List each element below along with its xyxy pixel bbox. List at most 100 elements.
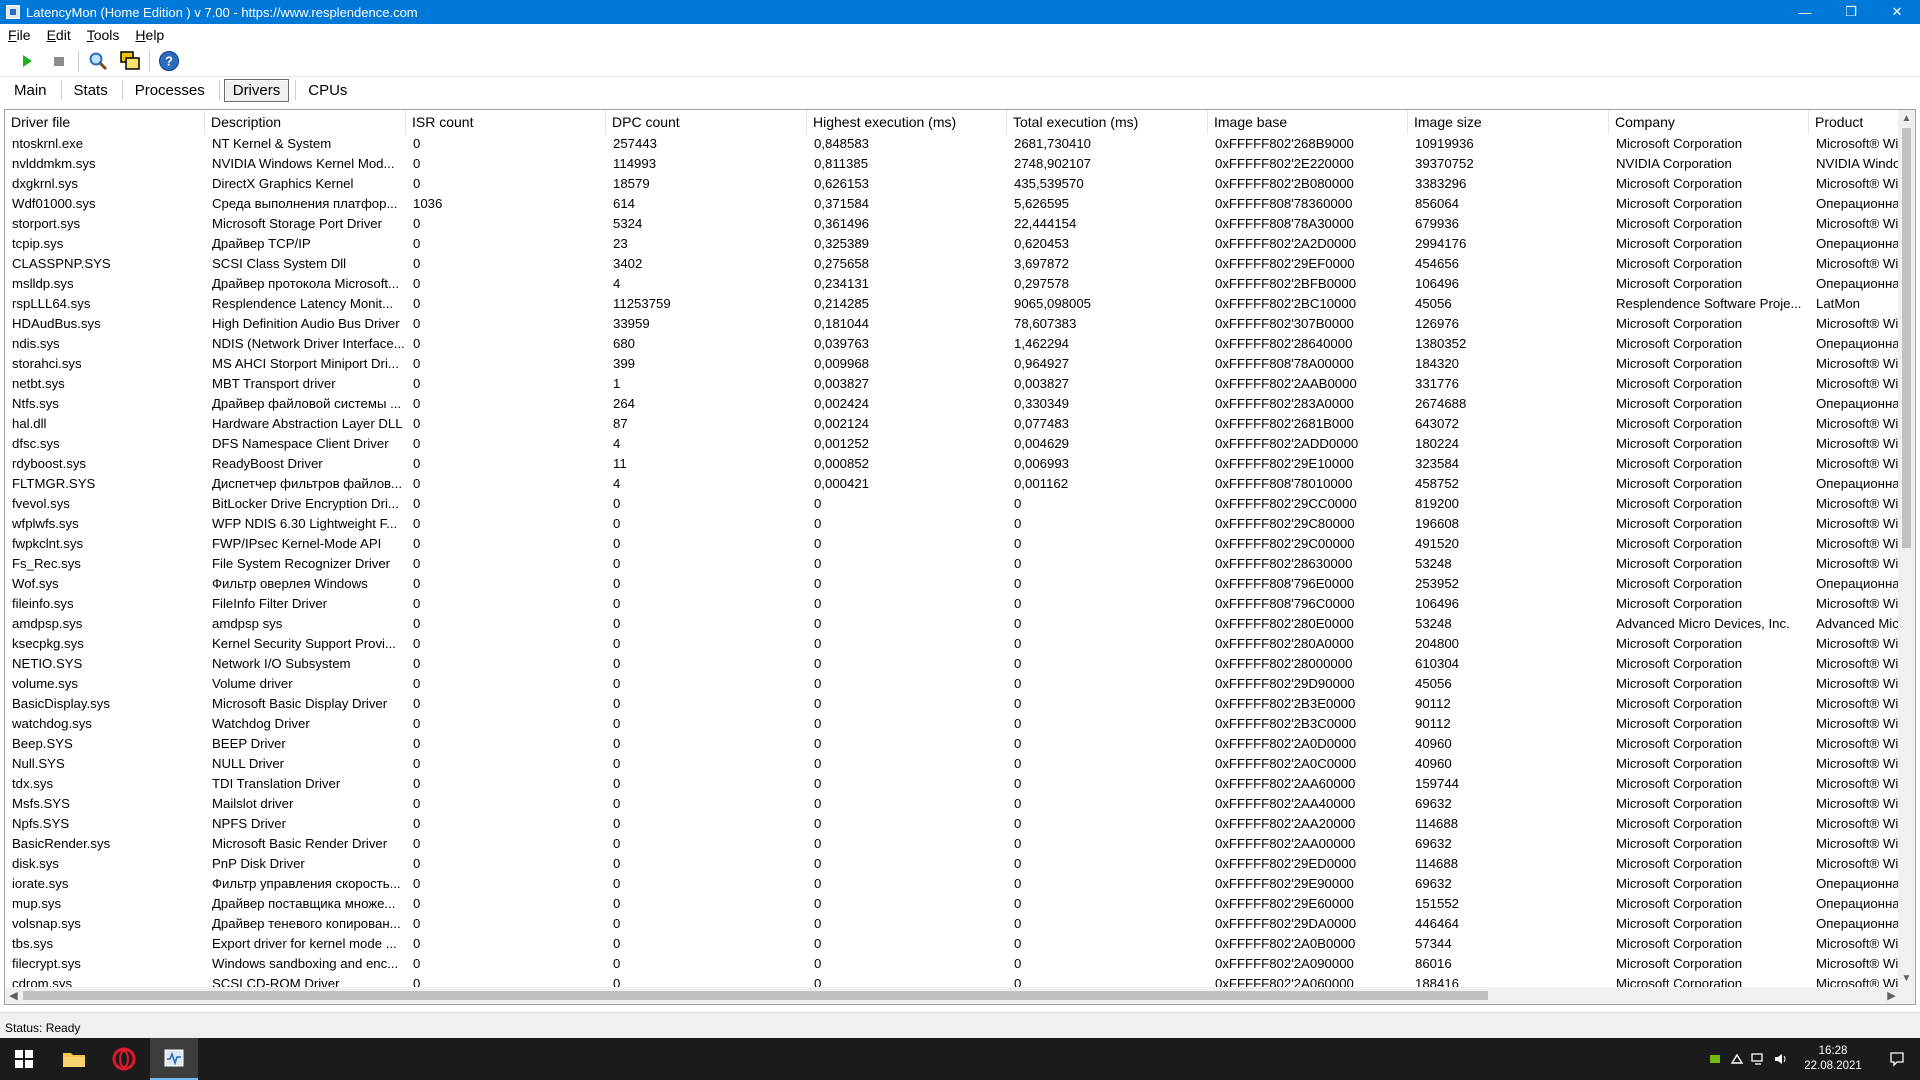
notification-center-icon[interactable] [1874, 1038, 1920, 1080]
minimize-button[interactable]: — [1782, 0, 1828, 24]
analyze-button[interactable] [85, 48, 111, 74]
table-row[interactable]: storport.sys Microsoft Storage Port Drive… [5, 214, 1903, 234]
table-row[interactable]: wfplwfs.sys WFP NDIS 6.30 Lightweight F..… [5, 514, 1903, 534]
tab-processes[interactable]: Processes [127, 80, 213, 101]
col-product-cell: Операционная [1816, 476, 1903, 491]
table-row[interactable]: fwpkclnt.sys FWP/IPsec Kernel-Mode API 0 0 0… [5, 534, 1903, 554]
table-row[interactable]: Wdf01000.sys Среда выполнения платфор... 1… [5, 194, 1903, 214]
network-icon[interactable] [1748, 1038, 1770, 1080]
menu-edit[interactable]: Edit [45, 27, 73, 43]
menu-file[interactable]: File [6, 27, 33, 43]
vertical-scroll-thumb[interactable] [1902, 128, 1911, 548]
vertical-scrollbar[interactable]: ▲ ▼ [1898, 110, 1915, 987]
table-row[interactable]: mslldp.sys Драйвер протокола Microsoft...… [5, 274, 1903, 294]
table-row[interactable]: fileinfo.sys FileInfo Filter Driver 0 0 0 0 0x… [5, 594, 1903, 614]
col-highest-execution-cell: 0,003827 [814, 376, 870, 391]
col-total-execution-header[interactable]: Total execution (ms) [1007, 110, 1208, 134]
table-row[interactable]: amdpsp.sys amdpsp sys 0 0 0 0 0xFFFFF802'280E0… [5, 614, 1903, 634]
col-product-cell: Microsoft® Wi [1816, 716, 1899, 731]
col-company-header[interactable]: Company [1609, 110, 1809, 134]
table-row[interactable]: CLASSPNP.SYS SCSI Class System Dll 0 3402 0,… [5, 254, 1903, 274]
table-row[interactable]: fvevol.sys BitLocker Drive Encryption Dri… [5, 494, 1903, 514]
horizontal-scroll-thumb[interactable] [23, 991, 1488, 1000]
table-row[interactable]: BasicRender.sys Microsoft Basic Render Dr… [5, 834, 1903, 854]
table-row[interactable]: watchdog.sys Watchdog Driver 0 0 0 0 0xFFFFF80… [5, 714, 1903, 734]
table-row[interactable]: volsnap.sys Драйвер теневого копирован...… [5, 914, 1903, 934]
stop-button[interactable] [46, 48, 72, 74]
menu-help[interactable]: Help [133, 27, 166, 43]
table-row[interactable]: FLTMGR.SYS Диспетчер фильтров файлов... 0 4… [5, 474, 1903, 494]
col-image-size-cell: 204800 [1415, 636, 1460, 651]
table-row[interactable]: nvlddmkm.sys NVIDIA Windows Kernel Mod...… [5, 154, 1903, 174]
table-row[interactable]: tbs.sys Export driver for kernel mode ...… [5, 934, 1903, 954]
table-row[interactable]: storahci.sys MS AHCI Storport Miniport Dr… [5, 354, 1903, 374]
scroll-left-icon[interactable]: ◀ [5, 987, 22, 1004]
table-row[interactable]: Null.SYS NULL Driver 0 0 0 0 0xFFFFF802'2A0C00… [5, 754, 1903, 774]
table-row[interactable]: tcpip.sys Драйвер TCP/IP 0 23 0,325389 0,6204… [5, 234, 1903, 254]
table-row[interactable]: iorate.sys Фильтр управления скорость... 0… [5, 874, 1903, 894]
col-isr-count-cell: 0 [413, 316, 421, 331]
col-dpc-count-header[interactable]: DPC count [606, 110, 807, 134]
table-row[interactable]: mup.sys Драйвер поставщика множе... 0 0 0 0 0x… [5, 894, 1903, 914]
col-driver-file-header[interactable]: Driver file [5, 110, 205, 134]
table-row[interactable]: BasicDisplay.sys Microsoft Basic Display … [5, 694, 1903, 714]
col-image-size-cell: 53248 [1415, 556, 1452, 571]
horizontal-scrollbar[interactable]: ◀ ▶ [5, 987, 1900, 1004]
table-row[interactable]: Msfs.SYS Mailslot driver 0 0 0 0 0xFFFFF802'2A… [5, 794, 1903, 814]
tab-cpus[interactable]: CPUs [300, 80, 355, 101]
col-isr-count-cell: 0 [413, 696, 421, 711]
table-row[interactable]: filecrypt.sys Windows sandboxing and enc.… [5, 954, 1903, 974]
maximize-button[interactable]: ❐ [1828, 0, 1874, 24]
col-description-header[interactable]: Description [205, 110, 406, 134]
taskbar-latencymon[interactable] [150, 1038, 198, 1080]
start-button[interactable] [14, 48, 40, 74]
table-row[interactable]: Fs_Rec.sys File System Recognizer Driver 0… [5, 554, 1903, 574]
col-dpc-count-cell: 11 [613, 456, 627, 471]
table-row[interactable]: hal.dll Hardware Abstraction Layer DLL 0 87… [5, 414, 1903, 434]
table-row[interactable]: volume.sys Volume driver 0 0 0 0 0xFFFFF802'29… [5, 674, 1903, 694]
table-row[interactable]: ndis.sys NDIS (Network Driver Interface..… [5, 334, 1903, 354]
table-row[interactable]: Ntfs.sys Драйвер файловой системы ... 0 264… [5, 394, 1903, 414]
col-image-base-header[interactable]: Image base [1208, 110, 1408, 134]
clock[interactable]: 16:28 22.08.2021 [1798, 1044, 1868, 1074]
col-total-execution-cell: 0 [1014, 776, 1022, 791]
col-isr-count-header[interactable]: ISR count [406, 110, 606, 134]
table-row[interactable]: dxgkrnl.sys DirectX Graphics Kernel 0 18579… [5, 174, 1903, 194]
help-button[interactable]: ? [156, 48, 182, 74]
taskbar-opera[interactable] [100, 1038, 148, 1080]
tab-bar: Main Stats Processes Drivers CPUs [0, 77, 1920, 103]
windows-button[interactable] [117, 48, 143, 74]
table-row[interactable]: ntoskrnl.exe NT Kernel & System 0 257443 0,8… [5, 134, 1903, 154]
table-row[interactable]: NETIO.SYS Network I/O Subsystem 0 0 0 0 0xFFFF… [5, 654, 1903, 674]
scroll-up-icon[interactable]: ▲ [1898, 110, 1915, 127]
table-row[interactable]: rdyboost.sys ReadyBoost Driver 0 11 0,000852… [5, 454, 1903, 474]
table-row[interactable]: netbt.sys MBT Transport driver 0 1 0,003827 0… [5, 374, 1903, 394]
col-company-cell: Microsoft Corporation [1616, 816, 1743, 831]
taskbar-explorer[interactable] [50, 1038, 98, 1080]
table-row[interactable]: Wof.sys Фильтр оверлея Windows 0 0 0 0 0xFFFFF… [5, 574, 1903, 594]
close-button[interactable]: ✕ [1874, 0, 1920, 24]
table-row[interactable]: Npfs.SYS NPFS Driver 0 0 0 0 0xFFFFF802'2AA200… [5, 814, 1903, 834]
col-product-header[interactable]: Product [1809, 110, 1903, 134]
tab-drivers[interactable]: Drivers [223, 78, 290, 102]
tab-stats[interactable]: Stats [66, 80, 116, 101]
table-row[interactable]: HDAudBus.sys High Definition Audio Bus Dr… [5, 314, 1903, 334]
table-row[interactable]: disk.sys PnP Disk Driver 0 0 0 0 0xFFFFF802'29… [5, 854, 1903, 874]
tab-main[interactable]: Main [6, 80, 55, 101]
menu-tools[interactable]: Tools [85, 27, 122, 43]
col-highest-execution-cell: 0,361496 [814, 216, 870, 231]
scroll-down-icon[interactable]: ▼ [1898, 970, 1915, 987]
start-menu-button[interactable] [0, 1038, 48, 1080]
nvidia-icon[interactable] [1704, 1038, 1726, 1080]
table-row[interactable]: Beep.SYS BEEP Driver 0 0 0 0 0xFFFFF802'2A0D00… [5, 734, 1903, 754]
tray-app-icon[interactable] [1726, 1038, 1748, 1080]
col-highest-execution-header[interactable]: Highest execution (ms) [807, 110, 1007, 134]
col-product-cell: Операционная [1816, 876, 1903, 891]
table-row[interactable]: dfsc.sys DFS Namespace Client Driver 0 4 0,0… [5, 434, 1903, 454]
table-row[interactable]: tdx.sys TDI Translation Driver 0 0 0 0 0xFFFFF… [5, 774, 1903, 794]
col-image-size-cell: 69632 [1415, 836, 1452, 851]
volume-icon[interactable] [1770, 1038, 1792, 1080]
col-image-size-header[interactable]: Image size [1408, 110, 1609, 134]
table-row[interactable]: rspLLL64.sys Resplendence Latency Monit..… [5, 294, 1903, 314]
table-row[interactable]: ksecpkg.sys Kernel Security Support Provi… [5, 634, 1903, 654]
